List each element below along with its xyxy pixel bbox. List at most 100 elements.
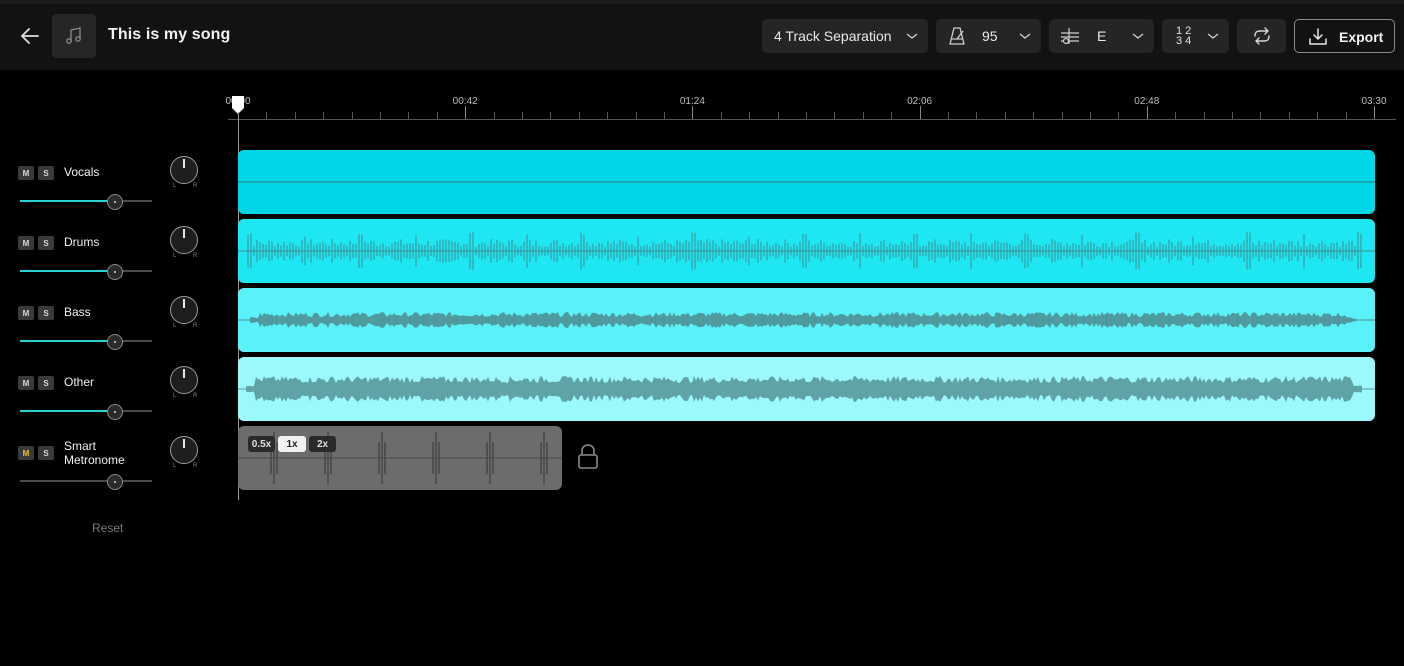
chevron-down-icon [1207, 33, 1219, 39]
timeline-tick [919, 106, 921, 119]
separation-label: 4 Track Separation [774, 28, 892, 44]
pan-left-label: L [173, 323, 177, 329]
waveform-other [238, 376, 1375, 402]
speed-option-2x[interactable]: 2x [309, 436, 336, 452]
pan-right-label: R [193, 253, 198, 259]
timeline-tick [607, 112, 609, 119]
timeline-tick [578, 112, 580, 119]
timeline-tick [1175, 112, 1177, 119]
metronome-icon [949, 27, 965, 45]
timeline-tick [294, 112, 296, 119]
time-signature-dropdown[interactable]: 1 2 3 4 [1162, 19, 1229, 53]
timeline-tick [1118, 112, 1120, 119]
reset-button[interactable]: Reset [92, 521, 123, 535]
timeline-tick [891, 112, 893, 119]
track-name-line2: Metronome [64, 453, 125, 467]
timeline-tick [635, 112, 637, 119]
track-controls-drums: M S Drums L R [18, 226, 208, 296]
track-name: Smart Metronome [64, 439, 125, 467]
timeline-tick [749, 112, 751, 119]
timeline-tick [436, 112, 438, 119]
volume-slider[interactable] [20, 194, 152, 210]
slider-thumb[interactable] [107, 334, 124, 350]
volume-slider[interactable] [20, 404, 152, 420]
pan-knob[interactable]: L R [170, 156, 198, 190]
timeline-tick [1345, 112, 1347, 119]
pan-knob[interactable]: L R [170, 296, 198, 330]
key-dropdown[interactable]: E [1049, 19, 1154, 53]
track-lane-other[interactable] [238, 357, 1375, 421]
mute-button[interactable]: M [18, 376, 34, 390]
timeline-tick [465, 106, 467, 119]
back-arrow-icon [21, 28, 39, 44]
track-name: Drums [64, 235, 100, 249]
slider-fill [20, 410, 116, 412]
tempo-dropdown[interactable]: 95 [936, 19, 1041, 53]
slider-rail [20, 480, 152, 482]
volume-slider[interactable] [20, 264, 152, 280]
track-controls-bass: M S Bass L R [18, 296, 208, 366]
track-lane-drums[interactable] [238, 219, 1375, 283]
speed-option-0-5x[interactable]: 0.5x [248, 436, 275, 452]
track-lane-vocals[interactable] [238, 150, 1375, 214]
pan-indicator [183, 229, 185, 238]
time-signature-bottom: 3 4 [1176, 35, 1192, 47]
timeline-ruler[interactable]: 00:0000:4201:2402:0602:4803:30 [225, 92, 1396, 122]
timeline-tick [1260, 112, 1262, 119]
solo-button[interactable]: S [38, 376, 54, 390]
pan-indicator [183, 439, 185, 448]
pan-right-label: R [193, 323, 198, 329]
timeline-tick [720, 112, 722, 119]
mute-button[interactable]: M [18, 236, 34, 250]
pan-indicator [183, 299, 185, 308]
slider-fill [20, 200, 116, 202]
song-title: This is my song [108, 26, 231, 43]
track-name: Other [64, 375, 95, 389]
slider-thumb[interactable] [107, 264, 124, 280]
solo-button[interactable]: S [38, 236, 54, 250]
pan-left-label: L [173, 393, 177, 399]
slider-thumb[interactable] [107, 194, 124, 210]
track-name: Bass [64, 305, 91, 319]
waveform-drums [238, 232, 1375, 270]
lock-icon[interactable] [577, 444, 599, 470]
speed-option-1x[interactable]: 1x [278, 436, 306, 452]
separation-dropdown[interactable]: 4 Track Separation [762, 19, 928, 53]
mute-button[interactable]: M [18, 446, 34, 460]
mute-button[interactable]: M [18, 306, 34, 320]
timeline-tick [664, 112, 665, 119]
timeline-tick [777, 112, 779, 119]
pan-knob[interactable]: L R [170, 366, 198, 400]
timeline-tick [1146, 106, 1148, 119]
volume-slider[interactable] [20, 334, 152, 350]
timeline-tick [834, 112, 836, 119]
pan-left-label: L [173, 253, 177, 259]
slider-fill [20, 270, 116, 272]
pan-knob[interactable]: L R [170, 436, 198, 470]
key-value: E [1097, 28, 1107, 44]
solo-button[interactable]: S [38, 166, 54, 180]
download-icon [1309, 28, 1327, 45]
slider-thumb[interactable] [107, 474, 124, 490]
pan-left-label: L [173, 463, 177, 469]
chevron-down-icon [1019, 33, 1031, 39]
pan-indicator [183, 159, 185, 168]
timeline-tick [380, 112, 381, 119]
pan-knob[interactable]: L R [170, 226, 198, 260]
loop-button[interactable] [1237, 19, 1286, 53]
song-artwork [52, 14, 96, 58]
pan-right-label: R [193, 183, 198, 189]
mute-button[interactable]: M [18, 166, 34, 180]
track-lane-bass[interactable] [238, 288, 1375, 352]
volume-slider[interactable] [20, 474, 152, 490]
timeline-tick [351, 112, 353, 119]
solo-button[interactable]: S [38, 306, 54, 320]
timeline-tick [1288, 112, 1290, 119]
pan-left-label: L [173, 183, 177, 189]
pan-indicator [183, 369, 185, 378]
slider-thumb[interactable] [107, 404, 124, 420]
solo-button[interactable]: S [38, 446, 54, 460]
export-button[interactable]: Export [1294, 19, 1395, 53]
pan-right-label: R [193, 393, 198, 399]
back-button[interactable] [16, 22, 44, 50]
